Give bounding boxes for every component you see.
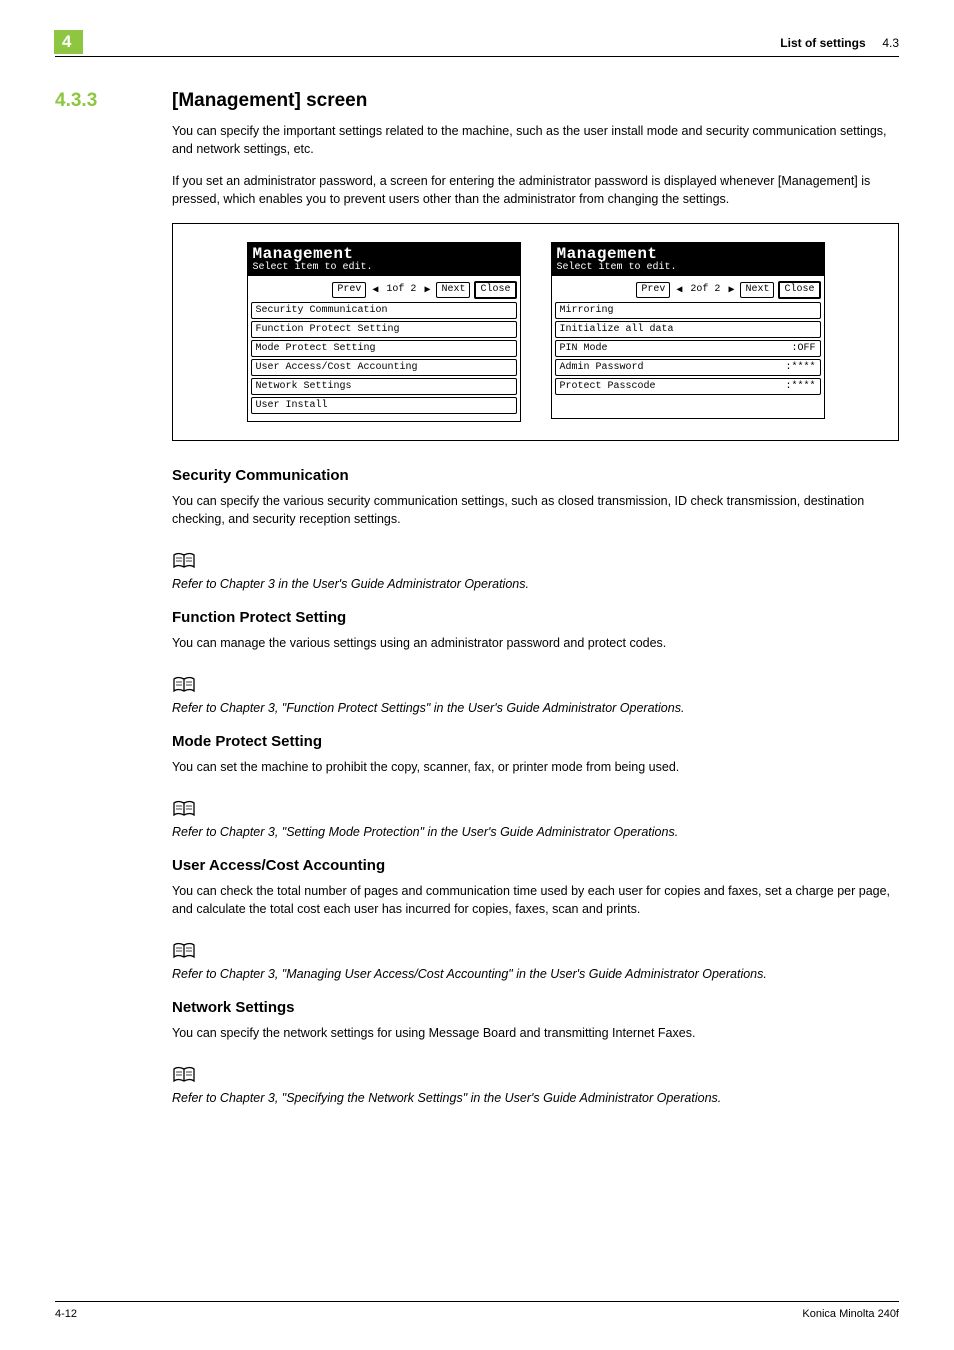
next-arrow-icon: ▶ — [422, 284, 432, 296]
pager: Prev ◀ 1of 2 ▶ Next Close — [251, 281, 517, 299]
menu-item-security-communication[interactable]: Security Communication — [251, 302, 517, 319]
book-icon — [172, 552, 196, 570]
sub-body: You can specify the network settings for… — [172, 1024, 899, 1042]
header-rule — [55, 56, 899, 57]
reference-text: Refer to Chapter 3, "Setting Mode Protec… — [172, 825, 899, 839]
page-indicator: 2of 2 — [688, 284, 722, 295]
chapter-number: 4 — [54, 30, 83, 54]
book-icon — [172, 676, 196, 694]
book-icon — [172, 1066, 196, 1084]
intro-paragraph-1: You can specify the important settings r… — [172, 122, 899, 158]
screen-title: Management — [253, 246, 515, 262]
chapter-marker: 4 — [54, 30, 83, 54]
page-header-right: List of settings 4.3 — [780, 36, 899, 50]
pager: Prev ◀ 2of 2 ▶ Next Close — [555, 281, 821, 299]
menu-item-initialize[interactable]: Initialize all data — [555, 321, 821, 338]
screenshot-container: Management Select item to edit. Prev ◀ 1… — [172, 223, 899, 441]
next-arrow-icon: ▶ — [726, 284, 736, 296]
prev-button[interactable]: Prev — [636, 282, 670, 298]
book-icon — [172, 942, 196, 960]
sub-body: You can check the total number of pages … — [172, 882, 899, 918]
page-footer: 4-12 Konica Minolta 240f — [55, 1301, 899, 1320]
page-number: 4-12 — [55, 1308, 77, 1320]
menu-item-function-protect[interactable]: Function Protect Setting — [251, 321, 517, 338]
screen-header: Management Select item to edit. — [247, 242, 521, 276]
close-button[interactable]: Close — [778, 281, 820, 299]
reference-text: Refer to Chapter 3 in the User's Guide A… — [172, 577, 899, 591]
menu-item-admin-password[interactable]: Admin Password:**** — [555, 359, 821, 376]
header-section-number: 4.3 — [882, 36, 899, 50]
reference-text: Refer to Chapter 3, "Managing User Acces… — [172, 967, 899, 981]
screen-title: Management — [557, 246, 819, 262]
screen-header: Management Select item to edit. — [551, 242, 825, 276]
book-icon — [172, 800, 196, 818]
management-screen-page1: Management Select item to edit. Prev ◀ 1… — [247, 242, 521, 422]
menu-item-network-settings[interactable]: Network Settings — [251, 378, 517, 395]
prev-button[interactable]: Prev — [332, 282, 366, 298]
subheading-network-settings: Network Settings — [172, 999, 899, 1016]
intro-paragraph-2: If you set an administrator password, a … — [172, 172, 899, 208]
subheading-security-communication: Security Communication — [172, 467, 899, 484]
product-name: Konica Minolta 240f — [802, 1308, 899, 1320]
sub-body: You can manage the various settings usin… — [172, 634, 899, 652]
menu-item-user-access[interactable]: User Access/Cost Accounting — [251, 359, 517, 376]
subheading-mode-protect: Mode Protect Setting — [172, 733, 899, 750]
page-indicator: 1of 2 — [384, 284, 418, 295]
management-screen-page2: Management Select item to edit. Prev ◀ 2… — [551, 242, 825, 422]
menu-item-pin-mode[interactable]: PIN Mode:OFF — [555, 340, 821, 357]
reference-text: Refer to Chapter 3, "Specifying the Netw… — [172, 1091, 899, 1105]
menu-item-user-install[interactable]: User Install — [251, 397, 517, 414]
next-button[interactable]: Next — [740, 282, 774, 298]
menu-item-mirroring[interactable]: Mirroring — [555, 302, 821, 319]
prev-arrow-icon: ◀ — [370, 284, 380, 296]
screen-subtitle: Select item to edit. — [557, 262, 819, 273]
screen-subtitle: Select item to edit. — [253, 262, 515, 273]
next-button[interactable]: Next — [436, 282, 470, 298]
header-label: List of settings — [780, 36, 865, 50]
reference-text: Refer to Chapter 3, "Function Protect Se… — [172, 701, 899, 715]
menu-item-protect-passcode[interactable]: Protect Passcode:**** — [555, 378, 821, 395]
subheading-user-access: User Access/Cost Accounting — [172, 857, 899, 874]
prev-arrow-icon: ◀ — [674, 284, 684, 296]
subheading-function-protect: Function Protect Setting — [172, 609, 899, 626]
close-button[interactable]: Close — [474, 281, 516, 299]
sub-body: You can set the machine to prohibit the … — [172, 758, 899, 776]
sub-body: You can specify the various security com… — [172, 492, 899, 528]
section-number: 4.3.3 — [55, 90, 172, 112]
menu-item-mode-protect[interactable]: Mode Protect Setting — [251, 340, 517, 357]
section-title: [Management] screen — [172, 90, 367, 112]
empty-row — [555, 397, 821, 413]
